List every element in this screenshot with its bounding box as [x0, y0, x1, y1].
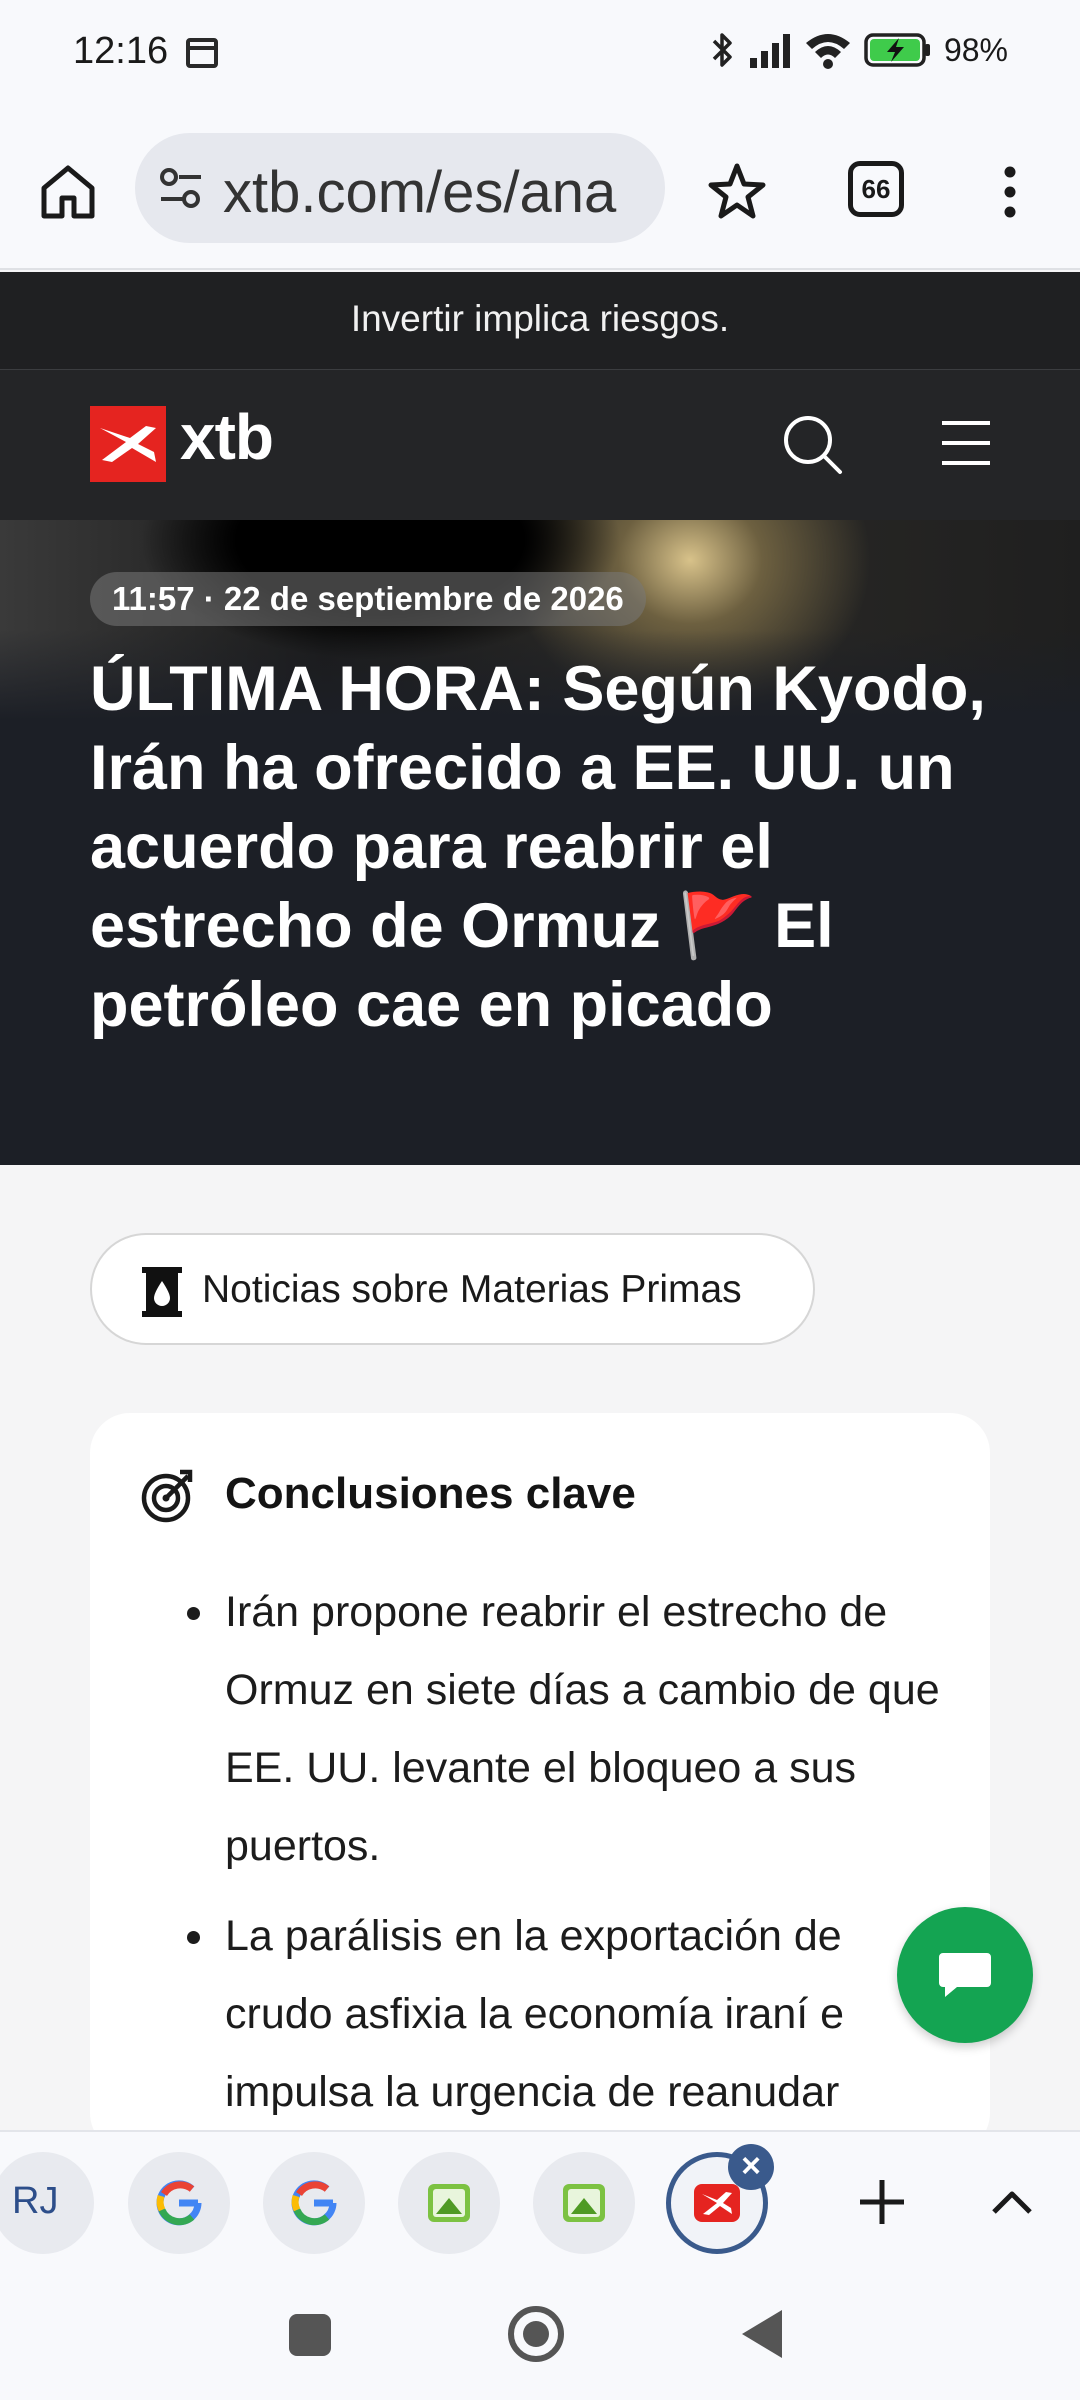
key-takeaways-card: Conclusiones clave Irán propone reabrir … [90, 1413, 990, 2153]
tab-image-2[interactable] [533, 2152, 635, 2254]
tab-image-1[interactable] [398, 2152, 500, 2254]
risk-banner: Invertir implica riesgos. [0, 272, 1080, 370]
calendar-icon [186, 38, 218, 68]
browser-toolbar: xtb.com/es/ana 66 [0, 105, 1080, 270]
chat-button[interactable] [897, 1907, 1033, 2043]
signal-icon [749, 34, 790, 68]
list-item: Irán propone reabrir el estrecho de Ormu… [187, 1573, 945, 1885]
url-text[interactable]: xtb.com/es/ana [223, 159, 616, 226]
url-bar[interactable]: xtb.com/es/ana [135, 133, 665, 243]
recents-icon[interactable] [289, 2314, 331, 2356]
tabs-icon[interactable]: 66 [848, 161, 904, 217]
system-navigation [0, 2270, 1080, 2400]
article-date: 11:57 · 22 de septiembre de 2026 [90, 572, 646, 626]
xtb-x-mark-icon [100, 426, 156, 462]
article-hero: 11:57 · 22 de septiembre de 2026 ÚLTIMA … [0, 520, 1080, 1165]
key-takeaways-list: Irán propone reabrir el estrecho de Ormu… [187, 1573, 945, 2143]
more-vert-icon[interactable] [995, 160, 1025, 224]
google-favicon [291, 2180, 337, 2226]
search-icon[interactable] [780, 412, 844, 476]
back-icon[interactable] [742, 2310, 782, 2358]
status-icons: 98% [710, 30, 1008, 70]
green-image-favicon [563, 2184, 605, 2222]
category-chip[interactable]: Noticias sobre Materias Primas [90, 1233, 815, 1345]
home-icon[interactable] [508, 2306, 564, 2362]
key-takeaways-title: Conclusiones clave [225, 1469, 636, 1518]
tab-google-1[interactable] [128, 2152, 230, 2254]
battery-charging-icon [864, 33, 930, 67]
target-icon [141, 1469, 193, 1523]
tab-google-2[interactable] [263, 2152, 365, 2254]
bluetooth-icon [712, 33, 732, 67]
status-time: 12:16 [73, 30, 169, 72]
list-item: La parálisis en la exportación de crudo … [187, 1897, 945, 2131]
article-title: ÚLTIMA HORA: Según Kyodo, Irán ha ofreci… [90, 654, 986, 1040]
google-favicon [156, 2180, 202, 2226]
add-tab-icon[interactable] [852, 2172, 912, 2232]
chat-bubble-icon [939, 1953, 991, 1997]
wifi-icon [805, 34, 850, 69]
green-image-favicon [428, 2184, 470, 2222]
xtb-logo-icon[interactable] [90, 406, 166, 482]
tab-strip: RJ × [0, 2130, 1080, 2270]
tune-icon[interactable] [157, 166, 205, 210]
site-header: xtb [0, 370, 1080, 520]
rj-favicon: RJ [12, 2180, 59, 2222]
chevron-up-icon[interactable] [986, 2176, 1038, 2228]
category-label[interactable]: Noticias sobre Materias Primas [202, 1268, 742, 1312]
star-icon[interactable] [705, 160, 769, 224]
hamburger-menu-icon[interactable] [940, 418, 992, 468]
home-icon[interactable] [36, 160, 100, 224]
tab-rj[interactable]: RJ [0, 2152, 94, 2254]
status-bar: 12:16 98% [0, 0, 1080, 105]
brand-name[interactable]: xtb [180, 400, 274, 474]
oil-barrel-icon [142, 1267, 182, 1317]
close-tab-icon[interactable]: × [728, 2144, 774, 2190]
battery-percent: 98% [943, 31, 1008, 68]
